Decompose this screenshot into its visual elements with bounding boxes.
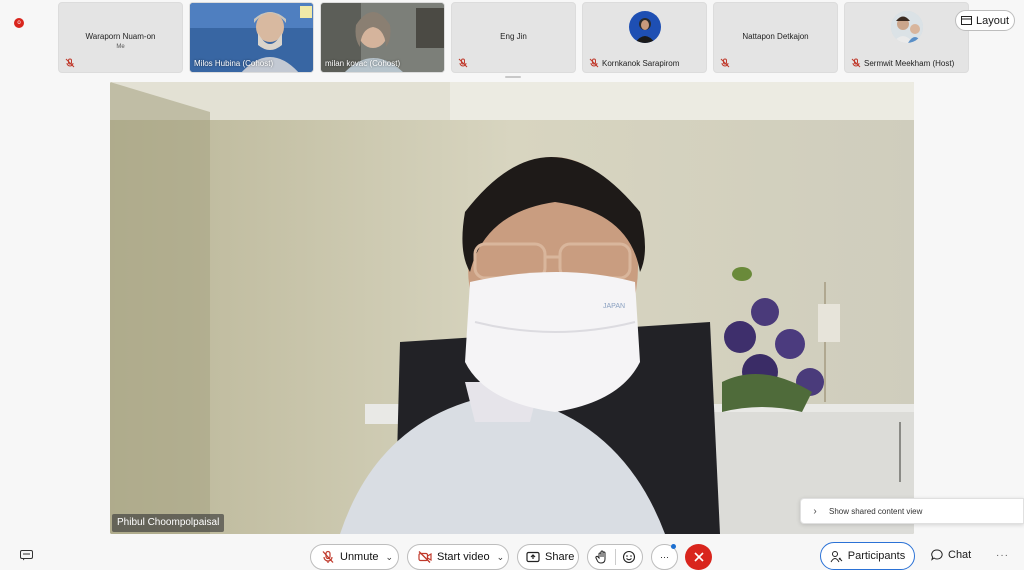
share-label: Share (545, 551, 575, 563)
close-icon (693, 552, 704, 562)
participant-name: Eng Jin (500, 32, 527, 41)
unmute-label: Unmute (340, 551, 379, 563)
muted-mic-icon (65, 58, 75, 68)
participant-subtitle: Me (116, 44, 125, 50)
participant-tile[interactable]: Sermwit Meekham (Host) (844, 2, 969, 73)
video-off-icon (418, 551, 432, 563)
more-options-label: ··· (660, 552, 669, 562)
notification-dot (671, 544, 676, 549)
participant-name: Nattapon Detkajon (742, 32, 809, 41)
participant-name: Waraporn Nuam-on (85, 32, 156, 41)
participant-tile[interactable]: Milos Hubina (Cohost) (189, 2, 314, 73)
layout-button[interactable]: Layout (955, 10, 1015, 31)
speaker-video-frame: JAPAN (110, 82, 914, 534)
muted-mic-icon (322, 550, 334, 563)
participant-avatar (628, 11, 661, 43)
strip-resize-handle[interactable] (505, 76, 521, 78)
speaker-name-label: Phibul Choompolpaisal (112, 514, 225, 532)
participant-tile[interactable]: Kornkanok Sarapirom (582, 2, 707, 73)
overflow-menu-button[interactable]: ··· (996, 550, 1009, 561)
participant-name: Sermwit Meekham (Host) (864, 59, 955, 68)
muted-mic-icon (458, 58, 468, 68)
reactions-group (587, 544, 643, 570)
shared-content-label: Show shared content view (829, 506, 923, 516)
chat-button[interactable]: Chat (931, 549, 971, 561)
chevron-down-icon[interactable]: ⌄ (497, 552, 505, 563)
participant-tile[interactable]: Waraporn Nuam-on Me (58, 2, 183, 73)
chevron-right-icon: › (813, 505, 817, 517)
chevron-down-icon[interactable]: ⌄ (386, 552, 394, 563)
layout-icon (960, 16, 972, 25)
main-speaker-video: JAPAN (110, 82, 914, 534)
participants-label: Participants (847, 550, 906, 562)
unmute-button[interactable]: Unmute ⌄ (310, 544, 399, 570)
share-button[interactable]: Share (517, 544, 579, 570)
captions-icon[interactable] (20, 550, 33, 561)
participant-name: Kornkanok Sarapirom (602, 59, 680, 68)
muted-mic-icon (851, 58, 861, 68)
share-screen-icon (526, 551, 540, 563)
participant-name: Milos Hubina (Cohost) (194, 59, 274, 68)
emoji-reaction-icon[interactable] (622, 550, 636, 564)
muted-mic-icon (720, 58, 730, 68)
divider (615, 549, 616, 565)
chat-label: Chat (948, 549, 972, 561)
participant-tile[interactable]: milan kovac (Cohost) (320, 2, 445, 73)
muted-mic-icon (589, 58, 599, 68)
participant-tile[interactable]: Nattapon Detkajon (713, 2, 838, 73)
participant-tile[interactable]: Eng Jin (451, 2, 576, 73)
participant-name: milan kovac (Cohost) (325, 59, 401, 68)
participants-button[interactable]: Participants (820, 542, 915, 570)
recording-indicator: o (14, 18, 24, 28)
leave-meeting-button[interactable] (685, 544, 712, 570)
start-video-label: Start video (437, 551, 490, 563)
layout-button-label: Layout (975, 14, 1010, 27)
participant-avatar (890, 11, 923, 43)
chat-icon (931, 549, 943, 561)
participant-strip: Waraporn Nuam-on Me Milos Hubina (Cohost… (58, 2, 969, 73)
start-video-button[interactable]: Start video ⌄ (407, 544, 509, 570)
participants-icon (830, 550, 843, 562)
svg-text:JAPAN: JAPAN (603, 303, 625, 310)
raise-hand-icon[interactable] (595, 550, 609, 564)
shared-content-view-toggle[interactable]: › Show shared content view (800, 498, 1024, 524)
